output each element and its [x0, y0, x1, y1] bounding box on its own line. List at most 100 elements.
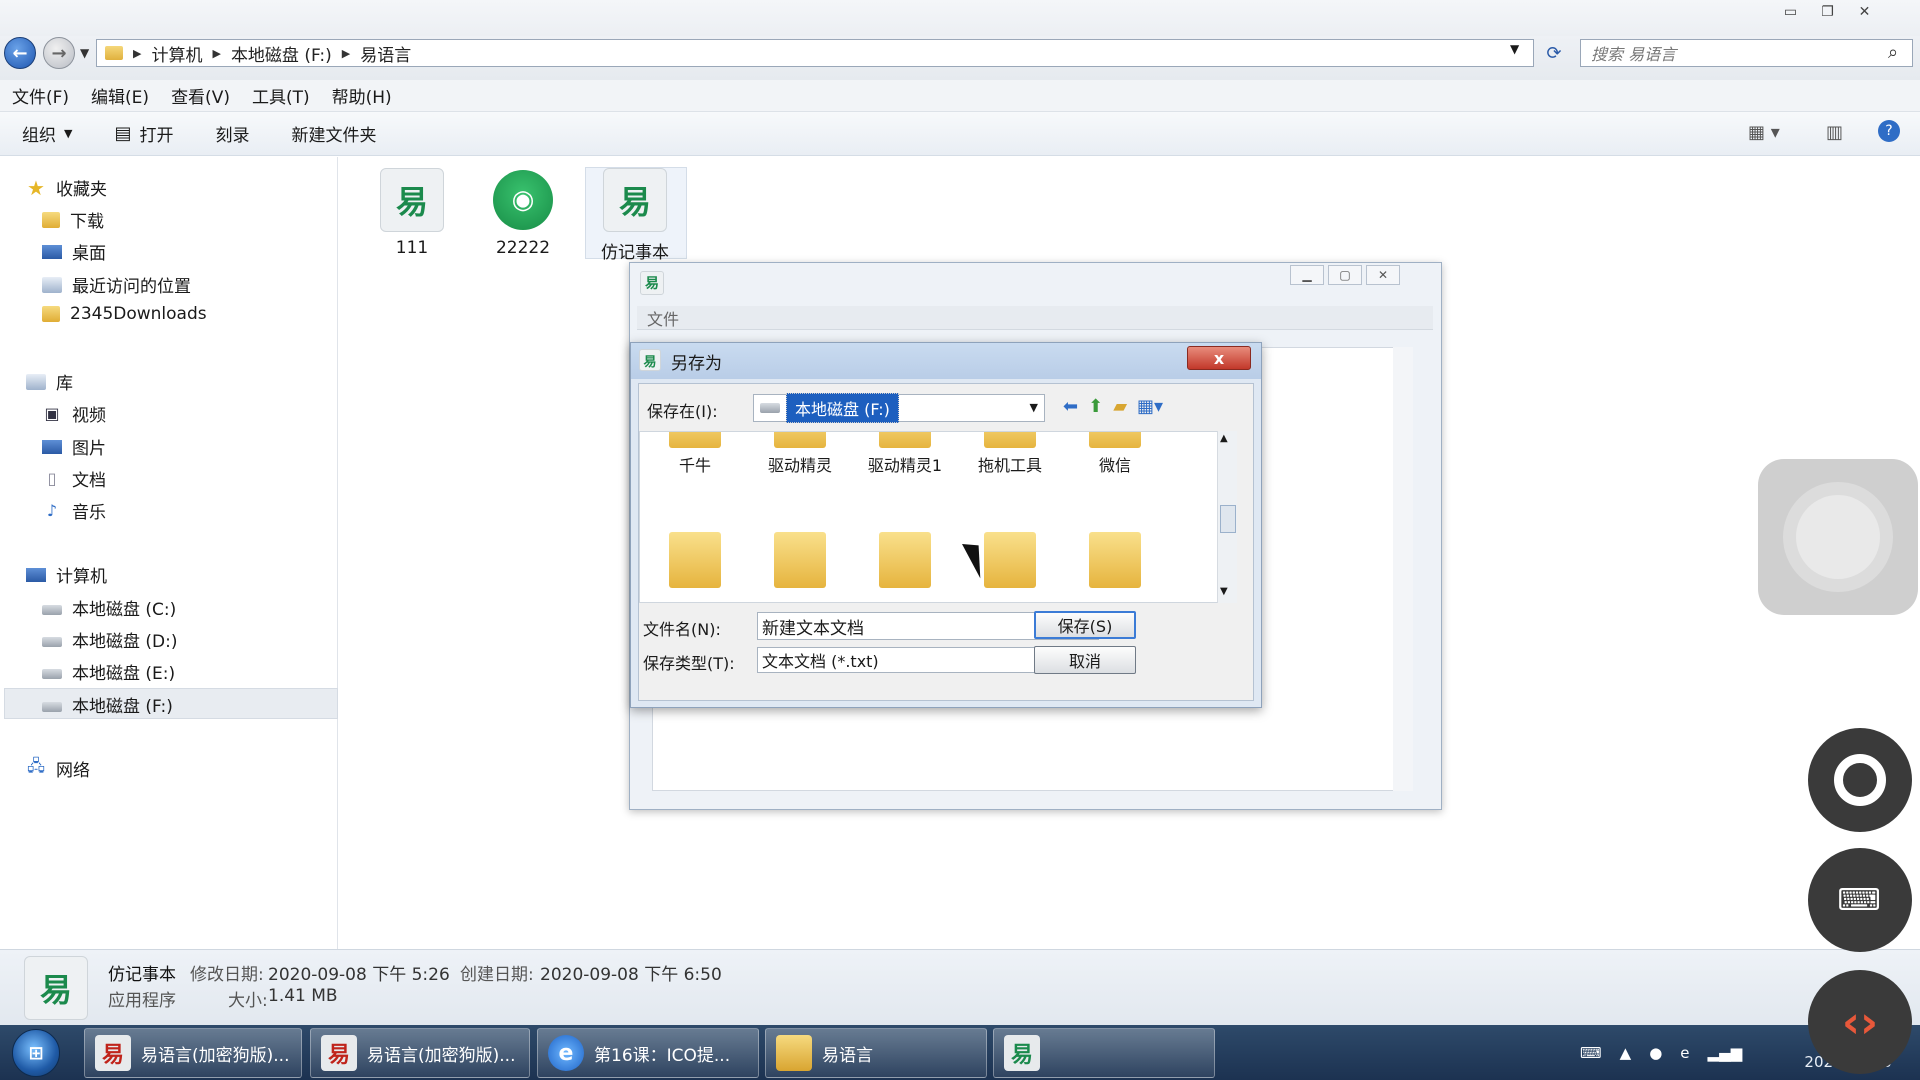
sidebar-item-drive-e[interactable]: 本地磁盘 (E:): [42, 659, 175, 684]
sidebar-item-music[interactable]: ♪ 音乐: [42, 498, 106, 523]
search-icon[interactable]: ⌕: [1888, 42, 1898, 63]
file-item-22222[interactable]: ◉ 22222: [473, 168, 573, 258]
address-dropdown-icon[interactable]: ▼: [1510, 42, 1519, 56]
code-button[interactable]: ‹›: [1808, 970, 1912, 1074]
notepad-menu-file[interactable]: 文件: [647, 306, 679, 330]
view-options-icon[interactable]: ▦ ▾: [1748, 122, 1780, 143]
chevron-right-icon[interactable]: ▶: [212, 47, 220, 60]
sidebar-item-2345downloads[interactable]: 2345Downloads: [42, 304, 207, 324]
sidebar-item-desktop[interactable]: 桌面: [42, 239, 106, 264]
record-button[interactable]: [1808, 728, 1912, 832]
new-folder-button[interactable]: 新建文件夹: [291, 121, 376, 146]
scroll-down-icon[interactable]: ▼: [1220, 586, 1228, 597]
minimize-button[interactable]: ▁: [1290, 265, 1324, 285]
preview-pane-icon[interactable]: ▥: [1826, 122, 1843, 143]
notepad-scrollbar[interactable]: [1393, 347, 1413, 791]
maximize-button[interactable]: ❐: [1809, 0, 1846, 24]
yi-language-app-icon: 易: [321, 1035, 357, 1071]
menu-help[interactable]: 帮助(H): [332, 83, 392, 108]
close-button[interactable]: ✕: [1366, 265, 1400, 285]
file-item-notepad-clone[interactable]: 易 仿记事本: [585, 168, 685, 263]
view-menu-icon[interactable]: ▦▾: [1137, 396, 1163, 417]
back-icon[interactable]: ⬅: [1063, 396, 1078, 417]
save-button[interactable]: 保存(S): [1034, 611, 1136, 639]
dialog-close-button[interactable]: x: [1187, 346, 1251, 370]
chevron-right-icon[interactable]: ▶: [133, 47, 141, 60]
app-icon: 易: [639, 349, 661, 371]
breadcrumb-drive-f[interactable]: 本地磁盘 (F:): [231, 41, 332, 66]
taskbar-item-yiyuyan-2[interactable]: 易 易语言(加密狗版)...: [310, 1028, 530, 1078]
burn-button[interactable]: 刻录: [215, 121, 249, 146]
network-signal-icon[interactable]: ▂▄▆: [1708, 1044, 1743, 1062]
folder-browser-scrollbar[interactable]: ▲ ▼: [1217, 431, 1237, 603]
taskbar-item-notepad-app[interactable]: 易: [993, 1028, 1215, 1078]
refresh-icon[interactable]: ⟳: [1540, 39, 1568, 67]
maximize-button[interactable]: ▢: [1328, 265, 1362, 285]
taskbar-item-browser[interactable]: e 第16课：ICO提...: [537, 1028, 759, 1078]
location-combobox[interactable]: 本地磁盘 (F:) ▼: [753, 393, 1045, 423]
sidebar-libraries[interactable]: 库: [26, 369, 73, 394]
sidebar-favorites[interactable]: ★ 收藏夹: [26, 175, 107, 201]
organize-button[interactable]: 组织 ▼: [22, 121, 72, 146]
taskbar-item-yiyuyan-1[interactable]: 易 易语言(加密狗版)...: [84, 1028, 302, 1078]
show-hidden-icons-icon[interactable]: ▲: [1620, 1044, 1632, 1062]
sidebar-item-drive-c[interactable]: 本地磁盘 (C:): [42, 595, 176, 620]
sidebar-computer[interactable]: 计算机: [26, 562, 107, 587]
close-icon: x: [1213, 348, 1225, 368]
menu-tools[interactable]: 工具(T): [252, 83, 310, 108]
forward-button[interactable]: →: [43, 37, 75, 69]
folder-label: 驱动精灵1: [867, 456, 943, 475]
sidebar-item-pictures[interactable]: 图片: [42, 434, 106, 459]
start-button[interactable]: ⊞: [12, 1029, 60, 1077]
record-icon: [1834, 754, 1886, 806]
folder-item[interactable]: [650, 532, 740, 592]
breadcrumb-yiyuyan[interactable]: 易语言: [360, 41, 411, 66]
filetype-value: 文本文档 (*.txt): [762, 652, 879, 671]
menu-view[interactable]: 查看(V): [171, 83, 230, 108]
folder-item[interactable]: 驱动精灵: [755, 432, 845, 476]
folder-item[interactable]: [1070, 532, 1160, 592]
chevron-down-icon[interactable]: ▼: [1030, 401, 1038, 414]
folder-item[interactable]: 千牛: [650, 432, 740, 476]
keyboard-tray-icon[interactable]: ⌨: [1580, 1044, 1602, 1062]
folder-item[interactable]: 微信: [1070, 432, 1160, 476]
folder-item[interactable]: [755, 532, 845, 592]
assistive-touch-button[interactable]: [1758, 459, 1918, 615]
folder-icon: [879, 532, 931, 588]
folder-item[interactable]: 拖机工具: [965, 432, 1055, 476]
history-dropdown-icon[interactable]: ▼: [80, 46, 89, 60]
breadcrumb-computer[interactable]: 计算机: [151, 41, 202, 66]
address-bar[interactable]: ▶ 计算机 ▶ 本地磁盘 (F:) ▶ 易语言: [96, 39, 1534, 67]
sidebar-item-recent[interactable]: 最近访问的位置: [42, 272, 191, 297]
open-button[interactable]: ▤ 打开: [114, 121, 173, 146]
help-icon[interactable]: ?: [1878, 120, 1900, 142]
keyboard-button[interactable]: ⌨: [1808, 848, 1912, 952]
chevron-right-icon[interactable]: ▶: [342, 47, 350, 60]
sidebar-item-downloads[interactable]: 下载: [42, 207, 104, 232]
close-button[interactable]: ✕: [1846, 0, 1883, 24]
ie-tray-icon[interactable]: e: [1680, 1044, 1689, 1062]
file-item-111[interactable]: 易 111: [362, 168, 462, 258]
menu-file[interactable]: 文件(F): [12, 83, 69, 108]
search-input[interactable]: 搜索 易语言: [1580, 39, 1913, 67]
qq-tray-icon[interactable]: ●: [1649, 1044, 1662, 1062]
folder-browser[interactable]: 千牛 驱动精灵 驱动精灵1 拖机工具 微信: [639, 431, 1219, 603]
sidebar-network[interactable]: 🖧 网络: [26, 756, 90, 781]
minimize-button[interactable]: ▭: [1772, 0, 1809, 24]
cancel-button[interactable]: 取消: [1034, 646, 1136, 674]
up-folder-icon[interactable]: ⬆: [1088, 396, 1103, 417]
menu-edit[interactable]: 编辑(E): [91, 83, 149, 108]
new-folder-icon[interactable]: ▰: [1113, 396, 1127, 417]
details-pane: 易 仿记事本 修改日期: 2020-09-08 下午 5:26 创建日期: 20…: [0, 949, 1920, 1025]
back-button[interactable]: ←: [4, 37, 36, 69]
sidebar-item-videos[interactable]: ▣ 视频: [42, 401, 106, 426]
scrollbar-thumb[interactable]: [1220, 505, 1236, 533]
scroll-up-icon[interactable]: ▲: [1220, 433, 1228, 444]
sidebar-item-drive-d[interactable]: 本地磁盘 (D:): [42, 627, 178, 652]
sidebar-item-drive-f[interactable]: 本地磁盘 (F:): [42, 692, 173, 717]
sidebar-label: 本地磁盘 (E:): [72, 664, 176, 684]
folder-item[interactable]: 驱动精灵1: [860, 432, 950, 476]
taskbar-item-explorer[interactable]: 易语言: [765, 1028, 987, 1078]
folder-item[interactable]: [860, 532, 950, 592]
sidebar-item-documents[interactable]: ▯ 文档: [42, 466, 106, 491]
